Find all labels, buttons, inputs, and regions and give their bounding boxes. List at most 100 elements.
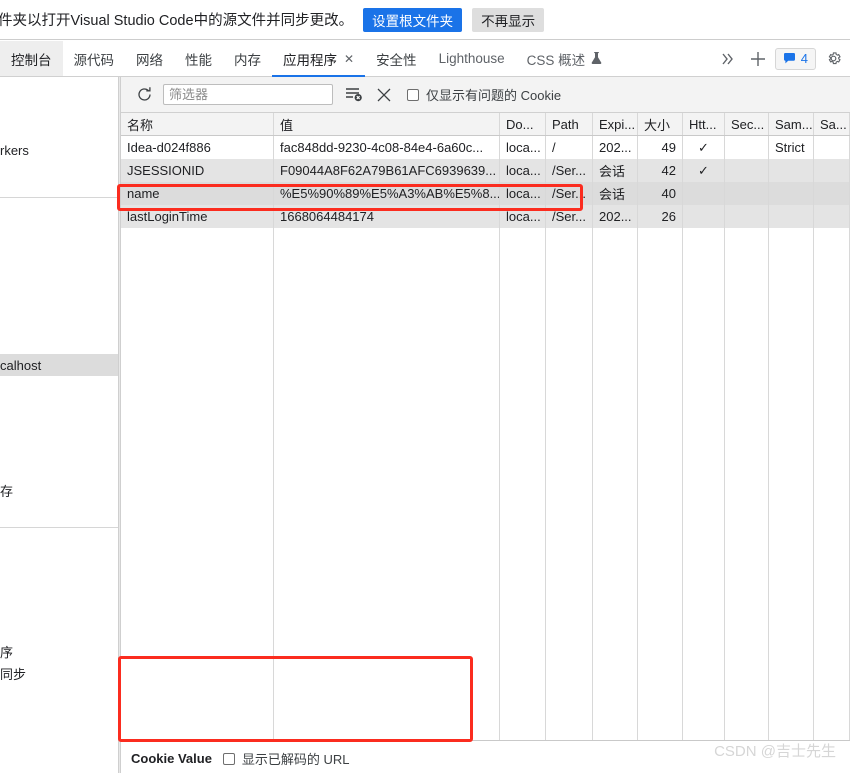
cell-value: F09044A8F62A79B61AFC6939639... <box>274 159 500 182</box>
cell-secure <box>725 136 769 159</box>
add-tab-icon[interactable] <box>743 44 773 74</box>
sidebar-item-label: rkers <box>0 142 29 158</box>
column-header-domain[interactable]: Do... <box>500 113 546 135</box>
tab-lighthouse[interactable]: Lighthouse <box>428 41 516 76</box>
column-header-path[interactable]: Path <box>546 113 593 135</box>
tab-label: 应用程序 <box>283 52 337 68</box>
dont-show-again-button[interactable]: 不再显示 <box>472 7 545 32</box>
tab-css-overview[interactable]: CSS 概述 <box>516 41 614 76</box>
cell-size: 26 <box>638 205 683 228</box>
cell-httponly: ✓ <box>683 159 725 182</box>
column-header-expires[interactable]: Expi... <box>593 113 638 135</box>
cell-path: /Ser... <box>546 159 593 182</box>
close-icon[interactable] <box>369 80 399 110</box>
cell-expires: 会话 <box>593 159 638 182</box>
tab-application[interactable]: 应用程序 ✕ <box>272 41 366 77</box>
table-row[interactable]: Idea-d024f886 fac848dd-9230-4c08-84e4-6a… <box>121 136 850 159</box>
cell-secure <box>725 205 769 228</box>
tab-memory[interactable]: 内存 <box>223 41 272 76</box>
cell-httponly <box>683 182 725 205</box>
sidebar-item-background-services[interactable]: 序 <box>0 640 118 662</box>
checkbox-label: 显示已解码的 URL <box>241 752 350 767</box>
cell-sameparty <box>814 182 850 205</box>
tab-label: 网络 <box>136 52 163 68</box>
tab-label: 性能 <box>185 52 212 68</box>
tab-label: 源代码 <box>73 52 115 68</box>
tab-label: CSS 概述 <box>526 52 586 68</box>
only-problematic-cookies-checkbox[interactable]: 仅显示有问题的 Cookie <box>407 85 561 104</box>
cell-path: / <box>546 136 593 159</box>
cell-value: 1668064484174 <box>274 205 500 228</box>
tab-security[interactable]: 安全性 <box>365 41 428 76</box>
column-header-samesite[interactable]: Sam... <box>769 113 814 135</box>
table-empty-area <box>121 228 850 740</box>
column-header-name[interactable]: 名称 <box>121 113 274 135</box>
close-icon[interactable]: ✕ <box>344 52 354 66</box>
filter-input[interactable] <box>163 84 333 105</box>
sidebar-item-background-sync[interactable]: 同步 <box>0 662 118 684</box>
tab-network[interactable]: 网络 <box>125 41 174 76</box>
table-row[interactable]: name %E5%90%89%E5%A3%AB%E5%8... loca... … <box>121 182 850 205</box>
cell-value: fac848dd-9230-4c08-84e4-6a60c... <box>274 136 500 159</box>
cell-domain: loca... <box>500 159 546 182</box>
cell-sameparty <box>814 159 850 182</box>
column-header-sameparty[interactable]: Sa... <box>814 113 850 135</box>
cell-expires: 202... <box>593 205 638 228</box>
message-count-badge[interactable]: 4 <box>774 47 816 70</box>
cell-path: /Ser... <box>546 205 593 228</box>
cell-expires: 202... <box>593 136 638 159</box>
clear-cookies-icon[interactable] <box>339 80 369 110</box>
cell-value: %E5%90%89%E5%A3%AB%E5%8... <box>274 182 500 205</box>
cell-samesite <box>769 182 814 205</box>
cell-samesite <box>769 205 814 228</box>
sidebar-item-label: calhost <box>0 357 42 373</box>
cookies-table: 名称 值 Do... Path Expi... 大小 Htt... Sec...… <box>121 113 850 740</box>
more-tabs-icon[interactable] <box>713 44 743 74</box>
column-header-httponly[interactable]: Htt... <box>683 113 725 135</box>
sidebar-item-localhost[interactable]: calhost <box>0 354 118 376</box>
refresh-icon[interactable] <box>129 80 159 110</box>
table-header-row: 名称 值 Do... Path Expi... 大小 Htt... Sec...… <box>121 113 850 136</box>
cell-sameparty <box>814 205 850 228</box>
sidebar-item-cache[interactable]: 存 <box>0 479 118 501</box>
cell-size: 49 <box>638 136 683 159</box>
cell-name: name <box>121 182 274 205</box>
watermark: CSDN @吉士先生 <box>714 743 836 760</box>
table-row[interactable]: JSESSIONID F09044A8F62A79B61AFC6939639..… <box>121 159 850 182</box>
devtools-tabbar: 控制台 源代码 网络 性能 内存 应用程序 ✕ 安全性 Lighthouse C… <box>0 41 850 77</box>
cell-domain: loca... <box>500 205 546 228</box>
set-root-folder-button[interactable]: 设置根文件夹 <box>363 7 463 32</box>
sidebar-item-label: 存 <box>0 483 14 499</box>
tabbar-actions: 4 <box>713 41 850 76</box>
cell-domain: loca... <box>500 182 546 205</box>
tab-console[interactable]: 控制台 <box>0 41 63 76</box>
column-header-value[interactable]: 值 <box>274 113 500 135</box>
tab-performance[interactable]: 性能 <box>174 41 223 76</box>
cell-secure <box>725 182 769 205</box>
cell-size: 40 <box>638 182 683 205</box>
cell-expires: 会话 <box>593 182 638 205</box>
cell-samesite <box>769 159 814 182</box>
flask-icon <box>591 52 602 65</box>
cell-name: lastLoginTime <box>121 205 274 228</box>
tab-label: Lighthouse <box>438 51 505 66</box>
sidebar-item-service-workers[interactable]: rkers <box>0 139 118 161</box>
sidebar-item-label: 序 <box>0 644 14 660</box>
gear-icon[interactable] <box>818 44 848 74</box>
column-header-size[interactable]: 大小 <box>638 113 683 135</box>
table-row[interactable]: lastLoginTime 1668064484174 loca... /Ser… <box>121 205 850 228</box>
message-icon <box>783 52 796 65</box>
column-header-secure[interactable]: Sec... <box>725 113 769 135</box>
cell-path: /Ser... <box>546 182 593 205</box>
cell-secure <box>725 159 769 182</box>
checkbox-box <box>407 88 419 101</box>
tab-sources[interactable]: 源代码 <box>63 41 126 76</box>
checkbox-label: 仅显示有问题的 Cookie <box>426 88 562 103</box>
message-count: 4 <box>800 51 808 66</box>
show-decoded-url-checkbox[interactable]: 显示已解码的 URL <box>222 749 350 768</box>
workspace-banner: 件夹以打开Visual Studio Code中的源文件并同步更改。 设置根文件… <box>0 0 850 40</box>
sidebar-item-label: 同步 <box>0 666 27 682</box>
cell-httponly <box>683 205 725 228</box>
cookies-toolbar: 仅显示有问题的 Cookie <box>121 77 850 113</box>
cell-name: JSESSIONID <box>121 159 274 182</box>
